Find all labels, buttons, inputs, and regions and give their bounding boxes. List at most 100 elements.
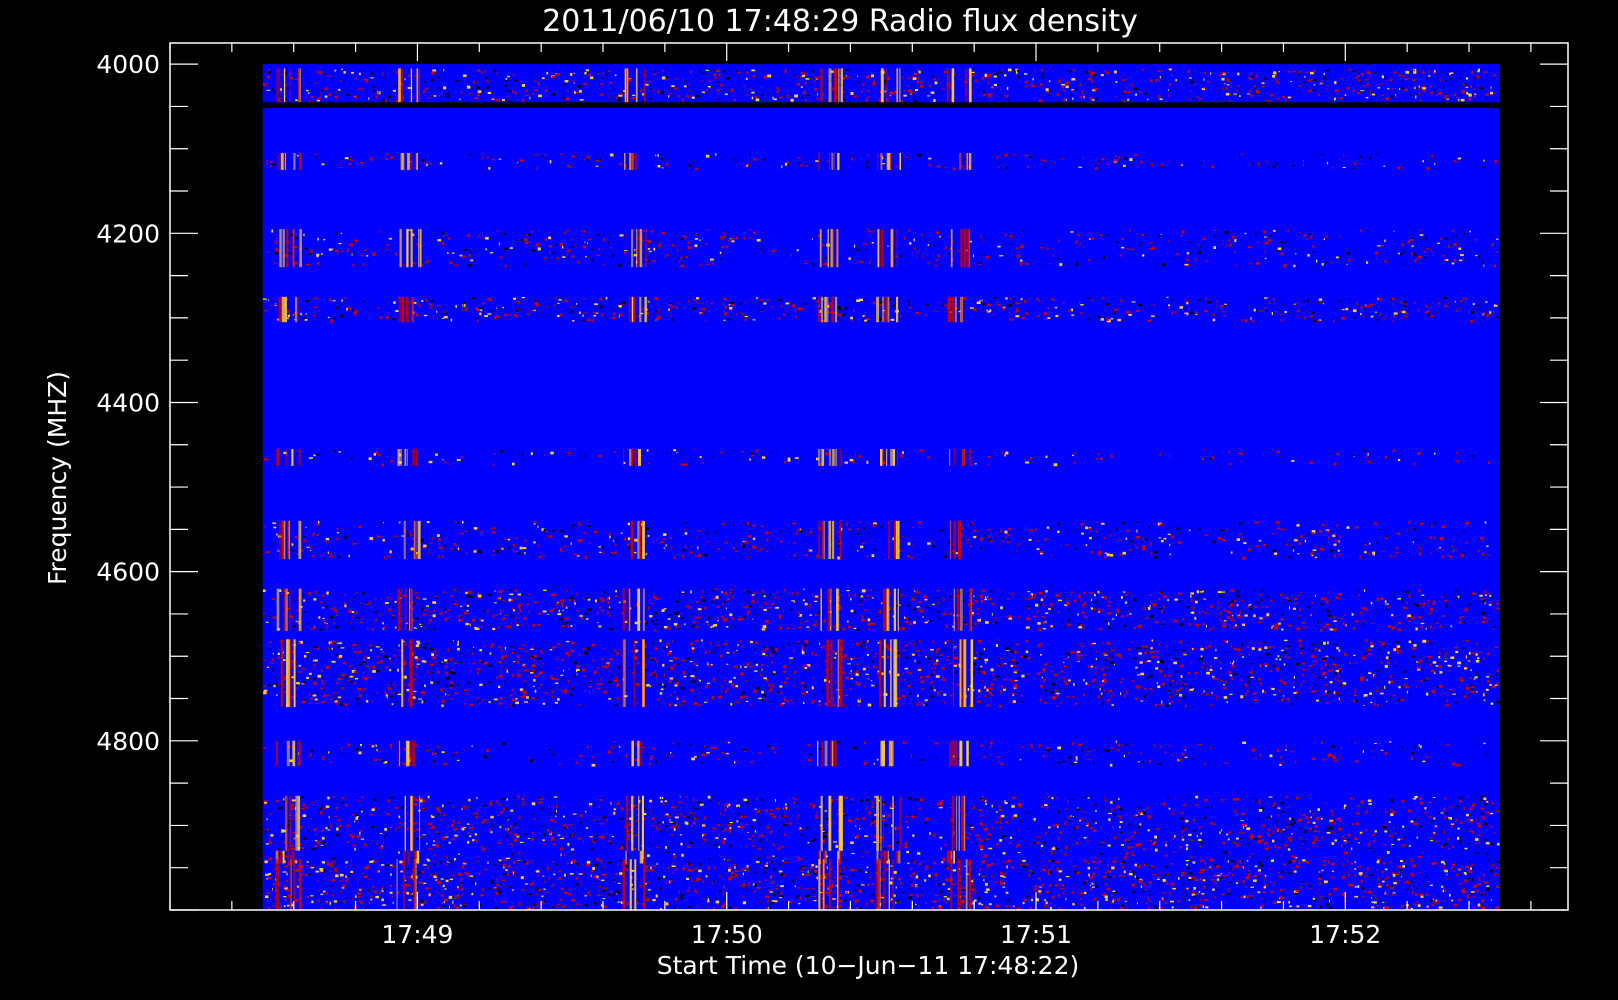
heatmap-cell [746,77,748,80]
heatmap-cell [1230,600,1234,603]
heatmap-cell [1188,77,1192,79]
heatmap-cell [1157,685,1161,689]
heatmap-cell [416,243,418,245]
heatmap-cell [756,81,760,83]
heatmap-cell [934,81,938,85]
heatmap-cell [498,702,503,705]
heatmap-cell [933,689,936,692]
heatmap-cell [704,243,708,246]
heatmap-cell [377,661,381,664]
heatmap-cell [989,679,991,682]
heatmap-cell [1140,700,1144,702]
heatmap-cell [718,73,721,77]
heatmap-cell [1407,240,1411,244]
heatmap-cell [465,622,469,626]
heatmap-cell [520,159,524,162]
heatmap-cell [1242,623,1246,626]
heatmap-cell [1095,658,1097,660]
heatmap-cell [1076,651,1081,653]
heatmap-cell [695,75,698,77]
heatmap-cell [719,451,724,454]
heatmap-cell [1490,91,1494,95]
heatmap-cell [691,546,693,548]
heatmap-cell [1210,72,1212,75]
heatmap-cell [741,617,745,620]
heatmap-cell [277,652,280,655]
heatmap-cell [1181,230,1185,234]
heatmap-cell [618,163,621,167]
heatmap-cell [767,74,772,78]
heatmap-cell [348,162,352,166]
heatmap-cell [973,662,976,666]
heatmap-cell [487,91,492,94]
heatmap-cell [662,683,664,686]
heatmap-cell [778,614,783,617]
heatmap-cell [1477,592,1479,595]
heatmap-cell [296,662,298,665]
heatmap-cell [1417,626,1419,629]
heatmap-cell [308,252,312,255]
heatmap-cell [1000,88,1002,91]
heatmap-cell [779,96,783,99]
heatmap-cell [1420,622,1425,625]
heatmap-cell [723,556,725,559]
heatmap-cell [335,538,340,540]
heatmap-cell [779,616,782,620]
heatmap-cell [1394,665,1397,667]
heatmap-cell [742,691,745,695]
heatmap-cell [1460,94,1462,97]
heatmap-cell [743,615,746,618]
heatmap-cell [1385,455,1388,459]
heatmap-cell [792,628,796,630]
heatmap-cell [777,298,782,301]
heatmap-cell [1458,247,1462,250]
heatmap-cell [1362,623,1365,625]
heatmap-cell [661,69,665,72]
heatmap-cell [681,98,684,101]
heatmap-cell [654,623,658,625]
heatmap-cell [1239,663,1241,666]
heatmap-cell [614,650,617,652]
heatmap-cell [1251,163,1255,165]
heatmap-cell [588,73,592,77]
heatmap-cell [862,319,865,321]
heatmap-cell [273,91,275,94]
heatmap-cell [274,303,277,305]
heatmap-cell [1278,700,1280,702]
heatmap-cell [354,611,359,614]
heatmap-cell [386,153,389,156]
heatmap-cell [911,653,915,656]
heatmap-cell [926,675,930,678]
heatmap-cell [722,645,725,649]
heatmap-cell [1300,535,1303,538]
heatmap-cell [467,264,472,267]
heatmap-cell [1090,607,1093,610]
heatmap-cell [451,669,454,671]
heatmap-cell [1187,641,1190,644]
heatmap-cell [1066,602,1070,605]
heatmap-cell [517,308,520,311]
heatmap-cell [1207,75,1209,78]
heatmap-cell [976,613,980,615]
heatmap-cell [772,684,775,687]
heatmap-cell [1006,86,1009,90]
heatmap-cell [1212,318,1216,322]
heatmap-cell [606,612,609,614]
heatmap-cell [1279,679,1282,682]
heatmap-cell [1295,252,1297,255]
heatmap-cell [867,622,872,626]
heatmap-cell [694,449,696,451]
heatmap-cell [363,249,367,252]
heatmap-cell [1229,606,1231,608]
heatmap-cell [1169,543,1171,547]
heatmap-cell [1272,165,1276,168]
heatmap-cell [1309,687,1312,689]
heatmap-cell [980,537,983,541]
heatmap-cell [684,80,687,83]
heatmap-cell [545,86,548,88]
heatmap-cell [1457,665,1461,667]
heatmap-cell [1314,683,1317,687]
heatmap-cell [542,702,546,705]
heatmap-cell [266,89,271,91]
heatmap-cell [292,550,296,552]
